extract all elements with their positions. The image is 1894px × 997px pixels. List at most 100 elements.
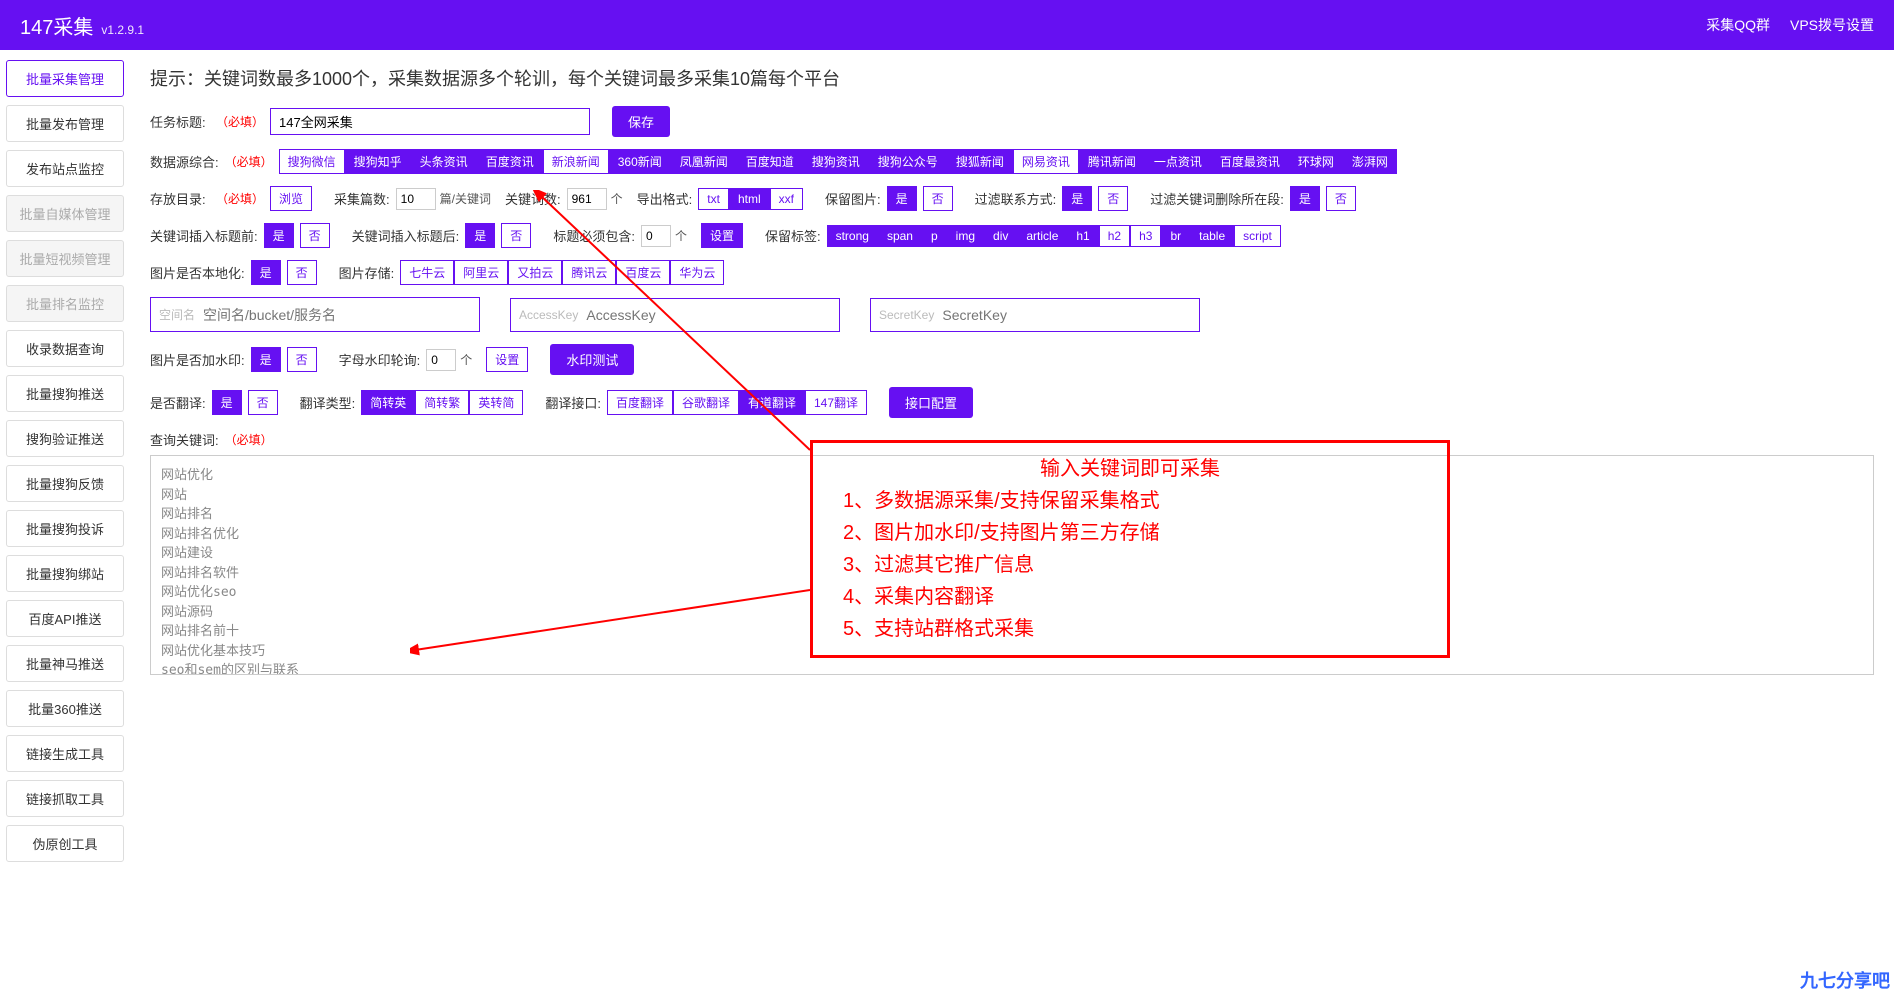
html-tag-3[interactable]: img bbox=[947, 225, 984, 247]
kw-count-input[interactable] bbox=[567, 188, 607, 210]
html-tag-9[interactable]: br bbox=[1161, 225, 1190, 247]
provider-tag-0[interactable]: 七牛云 bbox=[400, 260, 454, 285]
sidebar-item-8[interactable]: 搜狗验证推送 bbox=[6, 420, 124, 457]
source-tag-7[interactable]: 百度知道 bbox=[737, 149, 803, 174]
filter-kw-no[interactable]: 否 bbox=[1326, 186, 1356, 211]
translate-iface-3[interactable]: 147翻译 bbox=[805, 390, 867, 415]
filter-kw-yes[interactable]: 是 bbox=[1290, 186, 1320, 211]
provider-tag-3[interactable]: 腾讯云 bbox=[562, 260, 616, 285]
provider-tag-1[interactable]: 阿里云 bbox=[454, 260, 508, 285]
qq-group-link[interactable]: 采集QQ群 bbox=[1706, 15, 1770, 35]
source-tag-10[interactable]: 搜狐新闻 bbox=[947, 149, 1013, 174]
translate-iface-2[interactable]: 有道翻译 bbox=[739, 390, 805, 415]
sidebar-item-15[interactable]: 链接生成工具 bbox=[6, 735, 124, 772]
required-marker: （必填） bbox=[216, 190, 264, 207]
translate-type-label: 翻译类型: bbox=[300, 393, 356, 412]
format-tag-1[interactable]: html bbox=[729, 188, 770, 210]
sidebar-item-11[interactable]: 批量搜狗绑站 bbox=[6, 555, 124, 592]
html-tag-11[interactable]: script bbox=[1234, 225, 1281, 247]
source-tag-3[interactable]: 百度资讯 bbox=[477, 149, 543, 174]
sidebar-item-16[interactable]: 链接抓取工具 bbox=[6, 780, 124, 817]
sidebar-item-9[interactable]: 批量搜狗反馈 bbox=[6, 465, 124, 502]
source-tag-6[interactable]: 凤凰新闻 bbox=[671, 149, 737, 174]
watermark-no[interactable]: 否 bbox=[287, 347, 317, 372]
html-tag-10[interactable]: table bbox=[1190, 225, 1234, 247]
translate-iface-1[interactable]: 谷歌翻译 bbox=[673, 390, 739, 415]
browse-button[interactable]: 浏览 bbox=[270, 186, 312, 211]
space-input[interactable] bbox=[203, 307, 471, 323]
source-tag-15[interactable]: 环球网 bbox=[1289, 149, 1343, 174]
html-tag-8[interactable]: h3 bbox=[1130, 225, 1161, 247]
save-button[interactable]: 保存 bbox=[612, 106, 670, 137]
must-contain-label: 标题必须包含: bbox=[553, 226, 635, 245]
translate-type-2[interactable]: 英转简 bbox=[469, 390, 523, 415]
sidebar-item-2[interactable]: 发布站点监控 bbox=[6, 150, 124, 187]
source-tag-4[interactable]: 新浪新闻 bbox=[543, 149, 609, 174]
wm-set-button[interactable]: 设置 bbox=[486, 347, 528, 372]
html-tag-7[interactable]: h2 bbox=[1099, 225, 1130, 247]
must-set-button[interactable]: 设置 bbox=[701, 223, 743, 248]
wm-rotate-input[interactable] bbox=[426, 349, 456, 371]
insert-before-no[interactable]: 否 bbox=[300, 223, 330, 248]
translate-no[interactable]: 否 bbox=[248, 390, 278, 415]
app-version: v1.2.9.1 bbox=[101, 23, 144, 37]
sidebar-item-1[interactable]: 批量发布管理 bbox=[6, 105, 124, 142]
provider-tag-4[interactable]: 百度云 bbox=[616, 260, 670, 285]
sidebar-item-17[interactable]: 伪原创工具 bbox=[6, 825, 124, 862]
html-tag-1[interactable]: span bbox=[878, 225, 922, 247]
accesskey-input[interactable] bbox=[586, 307, 831, 323]
keywords-textarea[interactable] bbox=[150, 455, 1874, 675]
source-tag-2[interactable]: 头条资讯 bbox=[411, 149, 477, 174]
html-tag-6[interactable]: h1 bbox=[1067, 225, 1098, 247]
translate-iface-0[interactable]: 百度翻译 bbox=[607, 390, 673, 415]
watermark-yes[interactable]: 是 bbox=[251, 347, 281, 372]
secretkey-input[interactable] bbox=[942, 307, 1191, 323]
source-tag-0[interactable]: 搜狗微信 bbox=[279, 149, 345, 174]
translate-type-1[interactable]: 简转繁 bbox=[415, 390, 469, 415]
html-tag-0[interactable]: strong bbox=[827, 225, 878, 247]
source-tag-13[interactable]: 一点资讯 bbox=[1145, 149, 1211, 174]
html-tag-4[interactable]: div bbox=[984, 225, 1017, 247]
source-tag-16[interactable]: 澎湃网 bbox=[1343, 149, 1397, 174]
sidebar-item-12[interactable]: 百度API推送 bbox=[6, 600, 124, 637]
provider-tag-2[interactable]: 又拍云 bbox=[508, 260, 562, 285]
main-content: 提示：关键词数最多1000个，采集数据源多个轮训，每个关键词最多采集10篇每个平… bbox=[130, 50, 1894, 880]
html-tag-2[interactable]: p bbox=[922, 225, 947, 247]
translate-yes[interactable]: 是 bbox=[212, 390, 242, 415]
source-tag-1[interactable]: 搜狗知乎 bbox=[345, 149, 411, 174]
task-title-input[interactable] bbox=[270, 108, 590, 135]
sidebar-item-13[interactable]: 批量神马推送 bbox=[6, 645, 124, 682]
filter-contact-yes[interactable]: 是 bbox=[1062, 186, 1092, 211]
space-input-wrap: 空间名 bbox=[150, 297, 480, 332]
sidebar-item-10[interactable]: 批量搜狗投诉 bbox=[6, 510, 124, 547]
format-tag-0[interactable]: txt bbox=[698, 188, 729, 210]
sidebar-item-7[interactable]: 批量搜狗推送 bbox=[6, 375, 124, 412]
source-tag-11[interactable]: 网易资讯 bbox=[1013, 149, 1079, 174]
watermark-test-button[interactable]: 水印测试 bbox=[550, 344, 634, 375]
html-tag-5[interactable]: article bbox=[1017, 225, 1067, 247]
keepimg-yes[interactable]: 是 bbox=[887, 186, 917, 211]
must-contain-input[interactable] bbox=[641, 225, 671, 247]
format-tag-2[interactable]: xxf bbox=[770, 188, 803, 210]
source-tag-9[interactable]: 搜狗公众号 bbox=[869, 149, 947, 174]
localize-yes[interactable]: 是 bbox=[251, 260, 281, 285]
translate-type-0[interactable]: 简转英 bbox=[361, 390, 415, 415]
filter-contact-no[interactable]: 否 bbox=[1098, 186, 1128, 211]
sidebar-item-6[interactable]: 收录数据查询 bbox=[6, 330, 124, 367]
source-tag-12[interactable]: 腾讯新闻 bbox=[1079, 149, 1145, 174]
keepimg-no[interactable]: 否 bbox=[923, 186, 953, 211]
iface-config-button[interactable]: 接口配置 bbox=[889, 387, 973, 418]
localize-no[interactable]: 否 bbox=[287, 260, 317, 285]
sidebar-item-14[interactable]: 批量360推送 bbox=[6, 690, 124, 727]
source-tag-14[interactable]: 百度最资讯 bbox=[1211, 149, 1289, 174]
source-tag-5[interactable]: 360新闻 bbox=[609, 149, 671, 174]
source-tag-8[interactable]: 搜狗资讯 bbox=[803, 149, 869, 174]
insert-after-label: 关键词插入标题后: bbox=[352, 226, 460, 245]
insert-before-yes[interactable]: 是 bbox=[264, 223, 294, 248]
count-input[interactable] bbox=[396, 188, 436, 210]
insert-after-yes[interactable]: 是 bbox=[465, 223, 495, 248]
provider-tag-5[interactable]: 华为云 bbox=[670, 260, 724, 285]
insert-after-no[interactable]: 否 bbox=[501, 223, 531, 248]
vps-settings-link[interactable]: VPS拨号设置 bbox=[1790, 15, 1874, 35]
sidebar-item-0[interactable]: 批量采集管理 bbox=[6, 60, 124, 97]
